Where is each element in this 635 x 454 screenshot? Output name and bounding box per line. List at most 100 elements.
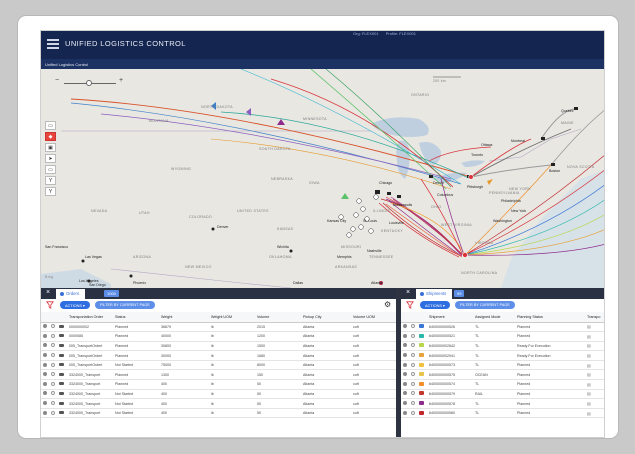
row-checkbox[interactable] — [51, 343, 55, 348]
column-header[interactable]: Volume — [255, 312, 301, 323]
eye-icon[interactable] — [43, 324, 47, 329]
eye-icon[interactable] — [403, 333, 407, 338]
tab-shipments[interactable]: Shipments — [416, 289, 453, 299]
table-row[interactable]: 3324000_Transport Not Started 400 lb 50 Atlan… — [41, 389, 396, 400]
eye-icon[interactable] — [43, 381, 47, 386]
gear-icon[interactable]: ⚙ — [384, 300, 391, 309]
eye-icon[interactable] — [43, 343, 47, 348]
close-icon[interactable]: × — [406, 289, 410, 296]
column-header[interactable] — [401, 312, 409, 323]
column-header[interactable]: Assigned Mode — [473, 312, 515, 323]
zoom-control[interactable]: − + — [55, 77, 127, 88]
column-header[interactable]: Volume UOM — [351, 312, 396, 323]
filter-by-current-page-button[interactable]: FILTER BY CURRENT PAGE — [455, 301, 515, 309]
row-checkbox[interactable] — [411, 324, 415, 329]
filter-pin-icon[interactable]: Y — [45, 187, 56, 196]
row-checkbox[interactable] — [51, 391, 55, 396]
row-checkbox[interactable] — [411, 410, 415, 415]
zoom-out-button[interactable]: − — [55, 77, 59, 84]
doc-icon[interactable]: ▤ — [587, 343, 591, 348]
zoom-in-button[interactable]: + — [119, 77, 123, 84]
eye-icon[interactable] — [403, 401, 407, 406]
eye-icon[interactable] — [43, 353, 47, 358]
polygon-icon[interactable]: ▭ — [45, 165, 56, 174]
row-checkbox[interactable] — [411, 362, 415, 367]
eye-icon[interactable] — [403, 381, 407, 386]
doc-icon[interactable]: ▤ — [587, 353, 591, 358]
row-checkbox[interactable] — [51, 372, 55, 377]
column-header[interactable]: Pickup City — [301, 312, 351, 323]
table-row[interactable]: 6400000000579 RAIL Planned ▤ — [401, 389, 604, 400]
row-checkbox[interactable] — [411, 391, 415, 396]
eye-icon[interactable] — [43, 410, 47, 415]
eye-icon[interactable] — [403, 343, 407, 348]
table-row[interactable]: 6400000000574 TL Planned ▤ — [401, 379, 604, 390]
column-header[interactable] — [49, 312, 57, 323]
route-icon[interactable]: ➤ — [45, 154, 56, 163]
map-canvas[interactable] — [41, 69, 604, 288]
doc-icon[interactable]: ▤ — [587, 382, 591, 387]
column-header[interactable]: Shipment — [427, 312, 473, 323]
eye-icon[interactable] — [403, 391, 407, 396]
table-row[interactable]: 6400000002842 TL Ready For Execution ▤ — [401, 341, 604, 352]
select-icon[interactable]: ▣ — [45, 143, 56, 152]
eye-icon[interactable] — [43, 333, 47, 338]
table-row[interactable]: 3324000_Transport Not Started 400 lb 50 Atlan… — [41, 398, 396, 409]
row-checkbox[interactable] — [51, 410, 55, 415]
column-header[interactable]: Weight — [159, 312, 209, 323]
row-checkbox[interactable] — [51, 324, 55, 329]
zoom-slider-handle[interactable] — [85, 80, 92, 86]
column-header[interactable]: Transportation Order — [67, 312, 113, 323]
map-view[interactable]: − + ▭ ◆ ▣ ➤ ▭ Y Y ONTARIO NORTH DAKOTA MONTANA MI… — [41, 69, 604, 288]
column-header[interactable]: Planning Status — [515, 312, 585, 323]
column-header[interactable] — [417, 312, 427, 323]
eye-icon[interactable] — [43, 362, 47, 367]
doc-icon[interactable]: ▤ — [587, 401, 591, 406]
eye-icon[interactable] — [403, 410, 407, 415]
doc-icon[interactable]: ▤ — [587, 372, 591, 377]
pin-icon[interactable]: Y — [45, 176, 56, 185]
row-checkbox[interactable] — [411, 343, 415, 348]
eye-icon[interactable] — [43, 391, 47, 396]
doc-icon[interactable]: ▤ — [587, 324, 591, 329]
table-row[interactable]: 6400000000575 OCEAN Planned ▤ — [401, 369, 604, 381]
filter-icon[interactable] — [406, 301, 414, 309]
eye-icon[interactable] — [403, 324, 407, 329]
column-header[interactable] — [57, 312, 67, 323]
tab-orders[interactable]: Orders — [56, 289, 86, 299]
actions-button[interactable]: ACTIONS ▾ — [60, 301, 90, 309]
column-header[interactable]: Weight UOM — [209, 312, 255, 323]
row-checkbox[interactable] — [51, 362, 55, 367]
actions-button[interactable]: ACTIONS ▾ — [420, 301, 450, 309]
table-row[interactable]: 6400000000580 TL Planned ▤ — [401, 408, 604, 419]
eye-icon[interactable] — [403, 353, 407, 358]
layer-icon[interactable]: ◆ — [45, 132, 56, 141]
doc-icon[interactable]: ▤ — [587, 334, 591, 339]
table-row[interactable]: 0000000002 Planned 36879 lb 2015 Atlanta cuft — [41, 322, 396, 333]
column-header[interactable] — [41, 312, 49, 323]
cursor-icon[interactable]: ▭ — [45, 121, 56, 130]
table-row[interactable]: 0000085 Planned 40000 lb 1200 Atlanta cuft — [41, 331, 396, 342]
table-row[interactable]: 6400000000573 TL Planned ▤ — [401, 360, 604, 371]
close-icon[interactable]: × — [46, 289, 50, 296]
hamburger-menu-icon[interactable] — [47, 39, 59, 49]
filter-by-current-page-button[interactable]: FILTER BY CURRENT PAGE — [95, 301, 155, 309]
table-row[interactable]: 005_TransportOrderI Planned 30000 lb 1680 Atl… — [41, 350, 396, 361]
eye-icon[interactable] — [43, 372, 47, 377]
table-row[interactable]: 3324000_Transport Not Started 400 lb 50 Atlan… — [41, 408, 396, 419]
row-checkbox[interactable] — [411, 381, 415, 386]
eye-icon[interactable] — [403, 372, 407, 377]
column-header[interactable]: Transpo — [585, 312, 604, 323]
table-row[interactable]: 6400000000526 TL Planned ▤ — [401, 322, 604, 333]
org-link[interactable]: Org: FLEX001 — [353, 31, 379, 36]
eye-icon[interactable] — [43, 401, 47, 406]
column-header[interactable] — [409, 312, 417, 323]
filter-icon[interactable] — [46, 301, 54, 309]
doc-icon[interactable]: ▤ — [587, 411, 591, 416]
table-row[interactable]: 005_TransportOrderI Planned 30800 lb 1500 Atl… — [41, 341, 396, 352]
profile-link[interactable]: Profile: FLEX001 — [386, 31, 416, 36]
doc-icon[interactable]: ▤ — [587, 363, 591, 368]
row-checkbox[interactable] — [51, 333, 55, 338]
table-row[interactable]: 6400000000578 TL Planned ▤ — [401, 398, 604, 409]
row-checkbox[interactable] — [51, 381, 55, 386]
